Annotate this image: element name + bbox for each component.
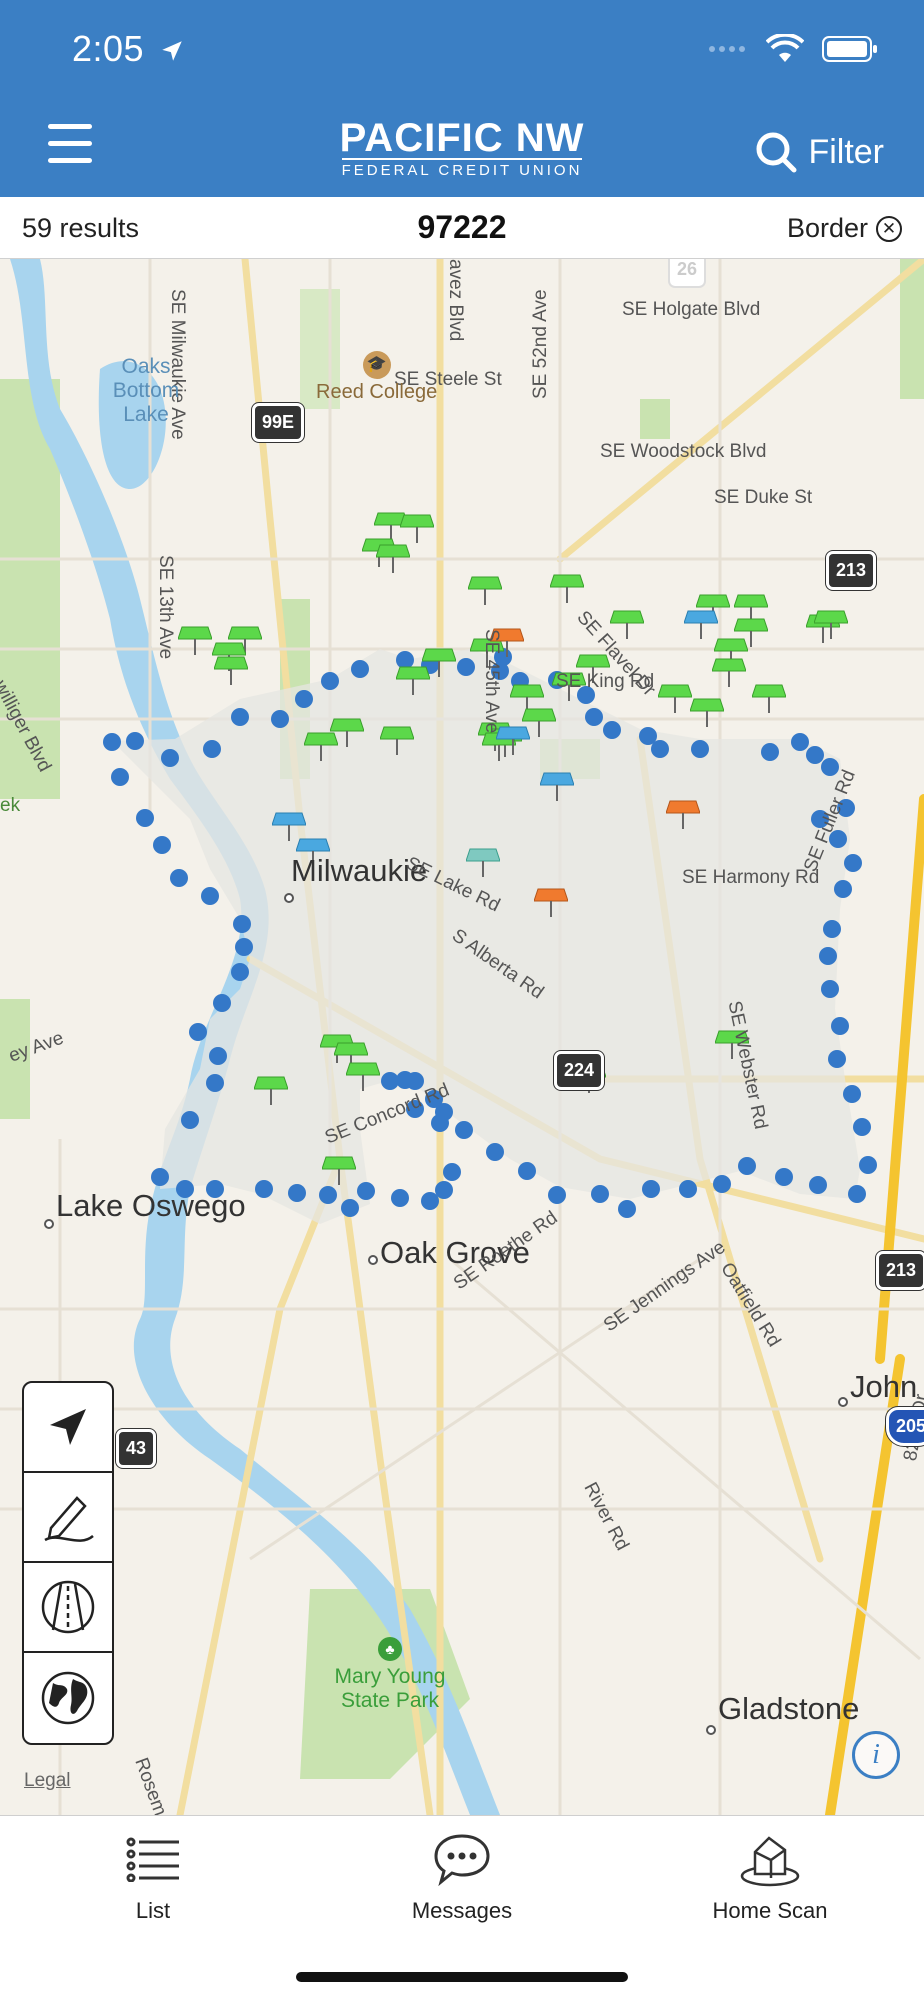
results-bar: 59 results 97222 Border ✕ <box>0 197 924 259</box>
app-header: 2:05 PACIFIC NW FEDERAL CREDIT UNION Fil… <box>0 0 924 197</box>
city-marker <box>284 893 294 903</box>
current-location-button[interactable] <box>24 1383 112 1473</box>
filter-button[interactable]: Filter <box>754 130 884 174</box>
search-query[interactable]: 97222 <box>0 209 924 246</box>
city-marker <box>368 1255 378 1265</box>
chat-bubble-icon <box>434 1834 490 1886</box>
globe-icon <box>41 1671 95 1725</box>
map-label-place: Oaks Bottom Lake <box>112 355 180 426</box>
tab-label: List <box>135 1898 171 1923</box>
highway-shield: 99E <box>252 403 305 442</box>
status-indicators <box>708 34 878 64</box>
map-label-street: SE 45th Ave <box>481 629 502 734</box>
tab-list[interactable]: List <box>53 1828 253 1924</box>
map-label-place: ♣ Mary Young State Park <box>310 1637 470 1713</box>
highway-shield: 205 <box>886 1407 924 1446</box>
home-indicator <box>296 1972 628 1982</box>
commute-route-button[interactable] <box>24 1563 112 1653</box>
map-label-city: Lake Oswego <box>56 1188 246 1223</box>
highway-shield: 213 <box>876 1251 924 1290</box>
map-view[interactable]: Milwaukie Lake Oswego Oak Grove Gladston… <box>0 259 924 1815</box>
map-label-street: SE Duke St <box>714 487 813 508</box>
tab-messages[interactable]: Messages <box>362 1828 562 1924</box>
map-label-street: SE 13th Ave <box>155 555 176 660</box>
map-info-button[interactable]: i <box>852 1731 900 1779</box>
search-icon <box>756 132 797 173</box>
highway-shield: 26 <box>668 259 707 288</box>
highway-shield: 224 <box>554 1051 605 1090</box>
close-icon[interactable]: ✕ <box>876 215 902 242</box>
park-icon: ♣ <box>378 1637 402 1661</box>
map-label-city: Gladstone <box>718 1691 860 1726</box>
tab-label: Messages <box>411 1898 513 1923</box>
border-label: Border <box>786 213 868 243</box>
draw-border-button[interactable] <box>24 1473 112 1563</box>
map-label-place: 🎓 Reed College <box>316 351 437 404</box>
map-tools <box>22 1381 114 1745</box>
map-label-street: avez Blvd <box>445 259 466 342</box>
city-marker <box>838 1397 848 1407</box>
tab-home-scan[interactable]: Home Scan <box>670 1828 870 1924</box>
info-icon: i <box>872 1739 880 1770</box>
map-label-street: SE Holgate Blvd <box>622 299 761 320</box>
map-type-button[interactable] <box>24 1653 112 1743</box>
app-screen: 2:05 PACIFIC NW FEDERAL CREDIT UNION Fil… <box>0 0 924 2000</box>
college-icon: 🎓 <box>362 351 391 379</box>
road-icon <box>41 1580 95 1634</box>
map-label-street: SE Harmony Rd <box>682 867 820 888</box>
filter-label: Filter <box>808 132 884 171</box>
city-marker <box>44 1219 54 1229</box>
map-label-street: SE 52nd Ave <box>530 289 551 399</box>
highway-shield: 43 <box>116 1429 157 1468</box>
map-label-street: ek <box>0 795 21 816</box>
brand-subtitle: FEDERAL CREDIT UNION <box>341 158 583 180</box>
wifi-icon <box>766 34 804 62</box>
map-label-street: SE Woodstock Blvd <box>600 441 767 462</box>
signal-icon <box>709 46 745 52</box>
map-label-street: SE King Rd <box>556 671 655 692</box>
list-icon <box>126 1837 179 1882</box>
city-marker <box>706 1725 716 1735</box>
location-arrow-icon <box>50 1409 86 1445</box>
battery-icon <box>822 36 877 62</box>
map-label-city: John <box>850 1369 918 1404</box>
tab-label: Home Scan <box>712 1898 828 1923</box>
border-toggle-button[interactable]: Border ✕ <box>787 213 902 244</box>
pencil-icon <box>44 1496 94 1542</box>
status-time: 2:05 <box>72 28 185 70</box>
house-scan-icon <box>740 1836 800 1887</box>
highway-shield: 213 <box>826 551 877 590</box>
location-arrow-icon <box>161 41 182 62</box>
legal-link[interactable]: Legal <box>24 1770 71 1792</box>
